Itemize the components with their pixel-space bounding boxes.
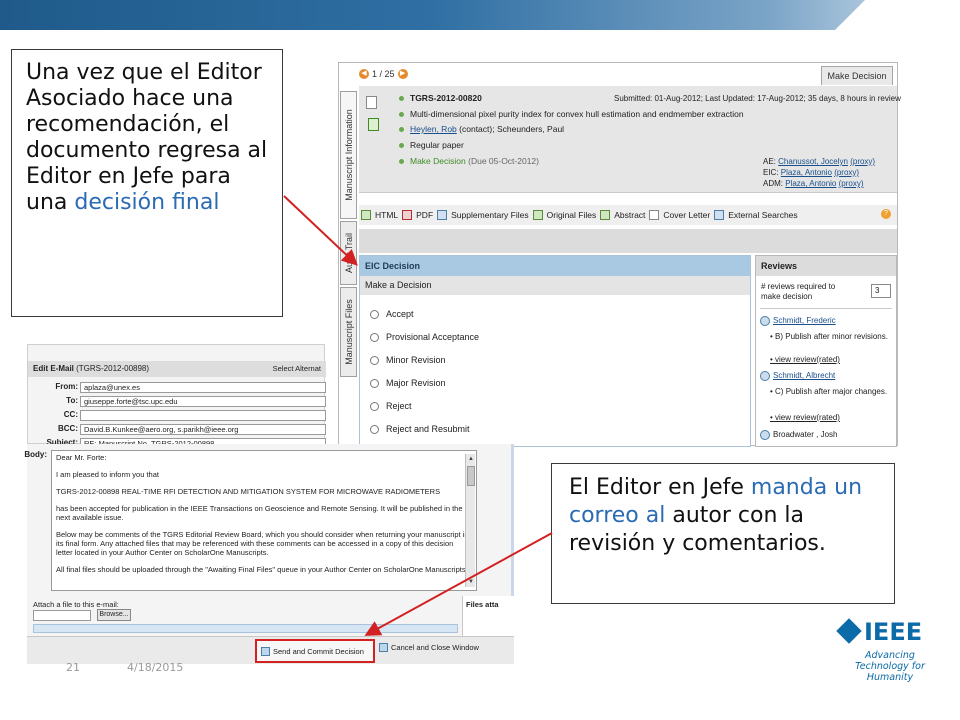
ieee-tagline: Advancing Technology for Humanity bbox=[855, 650, 925, 683]
ieee-diamond-icon bbox=[836, 618, 862, 644]
ieee-logo: IEEE Advancing Technology for Humanity bbox=[836, 618, 942, 683]
callout-arrows bbox=[283, 195, 553, 636]
slide-date: 4/18/2015 bbox=[127, 661, 184, 674]
ieee-wordmark: IEEE bbox=[864, 618, 923, 646]
arrow-to-eic-decision bbox=[283, 195, 358, 266]
slide-number: 21 bbox=[66, 661, 80, 674]
arrow-to-send-button bbox=[364, 532, 553, 636]
